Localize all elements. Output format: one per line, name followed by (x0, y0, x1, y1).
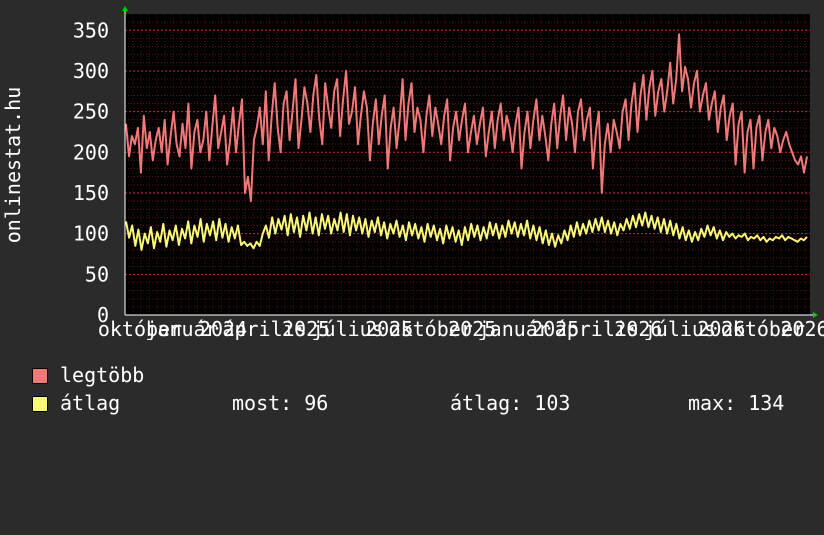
y-tick-label: 200 (73, 140, 109, 164)
legend-label-avg: átlag (60, 391, 121, 415)
y-tick-label: 100 (73, 222, 109, 246)
stat-now: most: 96 (232, 391, 329, 415)
legend-row-avg: átlag most: 96 átlag: 103 max: 134 (32, 391, 822, 535)
legend-swatch-avg (32, 396, 48, 412)
stat-max: max: 134 (688, 391, 785, 415)
y-tick-label: 250 (73, 100, 109, 124)
x-tick-label: 2026 (780, 317, 824, 340)
y-tick-label: 50 (85, 262, 109, 286)
line-chart: onlinestat.hu 050100150200250300350októb… (1, 6, 824, 340)
chart-watermark: onlinestat.hu (1, 87, 25, 244)
y-tick-label: 150 (73, 181, 109, 205)
legend-label-max: legtöbb (60, 363, 145, 387)
legend-swatch-max (32, 368, 48, 384)
y-tick-label: 350 (73, 18, 109, 42)
y-tick-label: 300 (73, 59, 109, 83)
y-axis-arrow (122, 6, 128, 11)
stat-average: átlag: 103 (450, 391, 571, 415)
plot-area: 050100150200250300350októberjanuár2024áp… (73, 6, 824, 340)
